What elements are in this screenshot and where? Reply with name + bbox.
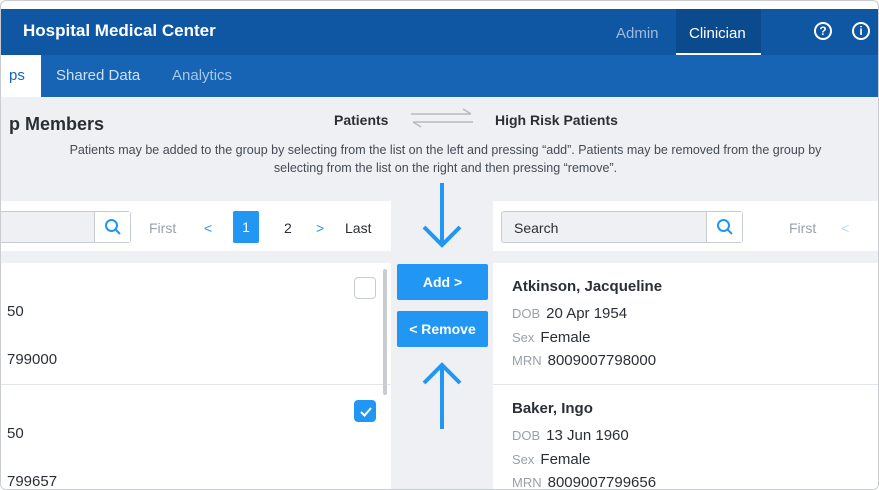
role-clinician-tab[interactable]: Clinician (676, 9, 761, 55)
list-item[interactable]: Baker, Ingo DOB 13 Jun 1960 Sex Female MRN… (493, 385, 878, 490)
tab-analytics[interactable]: Analytics (172, 67, 232, 84)
left-search-input[interactable] (1, 211, 131, 243)
target-list-label: High Risk Patients (495, 112, 618, 128)
app-window: Hospital Medical Center Admin Clinician … (0, 0, 879, 490)
main-content: p Members Patients High Risk Patients Pa… (1, 97, 878, 490)
arrow-down-icon (422, 183, 462, 248)
patient-checkbox[interactable] (354, 277, 376, 299)
info-icon[interactable]: i (852, 22, 870, 40)
nav-tabs: ps Shared Data Analytics (1, 55, 878, 97)
checkmark-icon (360, 407, 372, 417)
right-toolbar: Search First < (493, 201, 878, 251)
patient-name: Baker, Ingo (512, 400, 593, 417)
patient-sex-row: Sex Female (512, 329, 590, 346)
instructions-line-1: Patients may be added to the group by se… (69, 143, 822, 157)
tab-shared-data[interactable]: Shared Data (56, 67, 140, 84)
right-search-button[interactable] (706, 212, 742, 242)
add-button[interactable]: Add > (397, 264, 488, 300)
patient-name: Atkinson, Jacqueline (512, 278, 663, 295)
sex-label: Sex (512, 330, 535, 345)
right-search-placeholder: Search (514, 220, 559, 236)
patient-dob-fragment: 50 (7, 303, 24, 320)
patient-dob-row: DOB 20 Apr 1954 (512, 305, 627, 322)
scrollbar[interactable] (383, 269, 387, 395)
tab-groups-label: ps (9, 67, 25, 84)
patient-dob-row: DOB 13 Jun 1960 (512, 427, 629, 444)
mrn-value: 8009007798000 (547, 352, 657, 369)
left-page-last[interactable]: Last (345, 220, 371, 236)
right-page-prev[interactable]: < (841, 220, 849, 236)
list-item[interactable]: Atkinson, Jacqueline DOB 20 Apr 1954 Sex F… (493, 263, 878, 385)
sex-label: Sex (512, 452, 535, 467)
target-patient-list: Atkinson, Jacqueline DOB 20 Apr 1954 Sex F… (493, 263, 878, 490)
dob-value: 20 Apr 1954 (546, 305, 628, 322)
list-item[interactable]: 50 799657 (1, 385, 391, 490)
role-admin-tab[interactable]: Admin (616, 25, 659, 42)
sex-value: Female (540, 329, 591, 346)
patient-mrn-row: MRN 8009007799656 (512, 474, 657, 490)
patient-mrn-fragment: 799657 (7, 473, 58, 490)
arrow-up-icon (422, 362, 462, 429)
left-page-2[interactable]: 2 (284, 220, 292, 236)
dob-label: DOB (512, 428, 541, 443)
patient-checkbox[interactable] (354, 400, 376, 422)
left-search-button[interactable] (94, 212, 130, 242)
tab-groups[interactable]: ps (1, 55, 41, 97)
help-icon[interactable]: ? (814, 22, 832, 40)
sex-value: Female (540, 451, 591, 468)
patient-sex-row: Sex Female (512, 451, 590, 468)
search-icon (717, 219, 733, 235)
source-patient-list: 50 799000 50 799657 (1, 263, 391, 490)
dob-value: 13 Jun 1960 (546, 427, 629, 444)
page-title: p Members (9, 114, 105, 134)
remove-button[interactable]: < Remove (397, 311, 488, 347)
patient-mrn-fragment: 799000 (7, 351, 58, 368)
mrn-label: MRN (512, 475, 542, 490)
dob-label: DOB (512, 306, 541, 321)
source-list-label: Patients (334, 112, 389, 128)
search-icon (105, 219, 121, 235)
left-page-prev[interactable]: < (204, 220, 212, 236)
list-item[interactable]: 50 799000 (1, 263, 391, 385)
app-title: Hospital Medical Center (23, 21, 216, 40)
top-header: Hospital Medical Center Admin Clinician … (1, 9, 878, 55)
left-toolbar: First < 1 2 > Last (1, 201, 391, 251)
left-page-1[interactable]: 1 (233, 211, 259, 243)
role-clinician-label: Clinician (689, 25, 746, 42)
instructions: Patients may be added to the group by se… (1, 141, 878, 177)
swap-arrows-icon (411, 108, 473, 128)
right-search-input[interactable]: Search (501, 211, 743, 243)
instructions-line-2: selecting from the list on the right and… (273, 161, 618, 175)
patient-mrn-row: MRN 8009007798000 (512, 352, 656, 369)
mrn-label: MRN (512, 353, 542, 368)
right-page-first[interactable]: First (789, 220, 816, 236)
left-page-first[interactable]: First (149, 220, 176, 236)
left-page-next[interactable]: > (316, 220, 324, 236)
patient-dob-fragment: 50 (7, 425, 24, 442)
mrn-value: 8009007799656 (547, 474, 657, 490)
